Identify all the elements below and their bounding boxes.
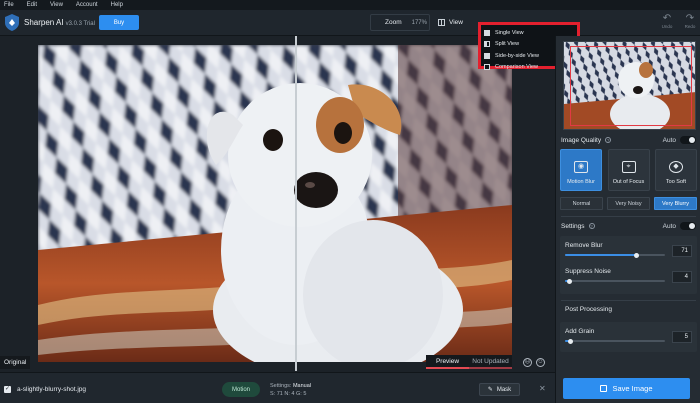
undo-icon: ↶ xyxy=(662,13,672,24)
image-quality-auto-toggle[interactable] xyxy=(680,136,696,144)
divider xyxy=(561,216,696,217)
model-selector: ◉ Motion Blur ⌖ Out of Focus ◆ Too Soft xyxy=(560,149,697,191)
view-label: View xyxy=(449,19,463,26)
navigator-thumbnail[interactable] xyxy=(563,41,696,130)
redo-label: Redo xyxy=(684,24,696,29)
app-version: v3.0.3 Trial xyxy=(65,21,95,27)
save-image-button[interactable]: Save Image xyxy=(563,378,690,399)
post-processing-sliders: Add Grain 5 xyxy=(560,322,697,352)
blur-option-very-noisy[interactable]: Very Noisy xyxy=(607,197,650,210)
settings-summary-value: Manual xyxy=(292,383,311,389)
settings-summary-label: Settings: xyxy=(270,383,292,389)
add-grain-slider-handle[interactable] xyxy=(567,338,573,344)
menu-edit[interactable]: Edit xyxy=(27,2,37,8)
zoom-label: Zoom xyxy=(385,19,402,26)
original-label: Original xyxy=(0,356,30,369)
dog-photo xyxy=(38,45,512,362)
image-canvas[interactable] xyxy=(0,36,554,371)
suppress-noise-label: Suppress Noise xyxy=(565,268,611,275)
mask-button[interactable]: ✎ Mask xyxy=(479,383,520,396)
blur-option-very-blurry[interactable]: Very Blurry xyxy=(654,197,697,210)
help-icon[interactable]: ? xyxy=(588,223,595,229)
save-image-label: Save Image xyxy=(612,384,653,393)
settings-title: Settings xyxy=(561,222,585,230)
image-quality-auto-label: Auto xyxy=(662,136,676,144)
undo-label: Undo xyxy=(661,24,673,29)
settings-auto-toggle[interactable] xyxy=(680,222,696,230)
file-bar: ✓ a-slightly-blurry-shot.jpg Motion Sett… xyxy=(0,372,555,403)
single-view-icon xyxy=(484,29,490,36)
side-by-side-view-label: Side-by-side View xyxy=(495,52,539,59)
app-title: Sharpen AI v3.0.3 Trial xyxy=(24,18,95,27)
settings-summary: Settings: Manual S: 71 N: 4 G: 5 xyxy=(270,382,311,398)
model-label-motion-blur: Motion Blur xyxy=(567,179,595,185)
close-icon[interactable]: ✕ xyxy=(539,384,546,393)
blur-level-selector: Normal Very Noisy Very Blurry xyxy=(560,197,697,210)
comparison-view-icon xyxy=(484,64,490,71)
image-quality-header: Image Quality ? Auto xyxy=(561,136,696,144)
buy-button[interactable]: Buy xyxy=(99,15,139,30)
camera-motion-icon: ◉ xyxy=(574,161,588,173)
tab-not-updated[interactable]: Not Updated xyxy=(469,355,512,369)
zoom-value: 177% xyxy=(411,19,427,26)
focus-frame-icon: ⌖ xyxy=(621,161,636,173)
file-checkbox[interactable]: ✓ xyxy=(4,386,11,393)
model-card-too-soft[interactable]: ◆ Too Soft xyxy=(655,149,697,191)
right-panel: Image Quality ? Auto ◉ Motion Blur ⌖ Out… xyxy=(555,36,700,403)
tab-preview[interactable]: Preview xyxy=(426,355,469,369)
model-label-too-soft: Too Soft xyxy=(665,179,687,185)
remove-blur-label: Remove Blur xyxy=(565,242,603,249)
view-button[interactable]: View xyxy=(438,14,478,31)
settings-auto-label: Auto xyxy=(662,222,676,230)
toolbar: Sharpen AI v3.0.3 Trial Buy Zoom 177% Vie… xyxy=(0,10,700,36)
add-grain-slider[interactable] xyxy=(565,340,665,342)
sharpen-ai-logo-icon xyxy=(5,14,19,31)
drop-icon: ◆ xyxy=(669,161,683,173)
mask-label: Mask xyxy=(496,386,512,393)
menu-file[interactable]: File xyxy=(4,2,14,8)
redo-button[interactable]: ↷ Redo xyxy=(680,13,700,33)
split-view-divider[interactable] xyxy=(295,36,297,371)
save-icon xyxy=(600,385,608,392)
remove-blur-slider-handle[interactable] xyxy=(633,252,639,258)
single-view-label: Single View xyxy=(495,29,524,36)
comparison-view-label: Comparison View xyxy=(495,64,539,71)
suppress-noise-slider[interactable] xyxy=(565,280,665,282)
menu-bar: File Edit View Account Help xyxy=(0,0,700,10)
suppress-noise-value[interactable]: 4 xyxy=(672,271,692,283)
post-processing-title: Post Processing xyxy=(565,306,612,313)
image-quality-title: Image Quality xyxy=(561,136,602,144)
settings-summary-detail: S: 71 N: 4 G: 5 xyxy=(270,391,307,397)
split-view-icon xyxy=(484,41,490,48)
settings-header: Settings ? Auto xyxy=(561,222,696,230)
menu-help[interactable]: Help xyxy=(111,2,123,8)
settings-sliders: Remove Blur 71 Suppress Noise 4 xyxy=(560,236,697,294)
model-card-out-of-focus[interactable]: ⌖ Out of Focus xyxy=(607,149,650,191)
blur-option-normal[interactable]: Normal xyxy=(560,197,603,210)
side-by-side-view-icon xyxy=(484,52,490,59)
suppress-noise-slider-handle[interactable] xyxy=(566,278,572,284)
remove-blur-value[interactable]: 71 xyxy=(672,245,692,257)
divider xyxy=(561,300,696,301)
brush-icon: ✎ xyxy=(487,387,493,393)
model-label-out-of-focus: Out of Focus xyxy=(612,179,645,185)
navigator-viewport-frame[interactable] xyxy=(570,46,692,126)
model-card-motion-blur[interactable]: ◉ Motion Blur xyxy=(560,149,602,191)
add-grain-label: Add Grain xyxy=(565,328,595,335)
menu-view[interactable]: View xyxy=(50,2,63,8)
split-view-icon xyxy=(438,19,445,26)
add-grain-value[interactable]: 5 xyxy=(672,331,692,343)
redo-icon: ↷ xyxy=(685,13,695,24)
file-name: a-slightly-blurry-shot.jpg xyxy=(17,386,86,393)
undo-button[interactable]: ↶ Undo xyxy=(657,13,677,33)
mode-badge: Motion xyxy=(222,382,260,397)
preview-tabs: Preview Not Updated xyxy=(426,355,512,369)
menu-account[interactable]: Account xyxy=(76,2,98,8)
happy-face-icon[interactable]: ☺ xyxy=(536,358,545,367)
help-icon[interactable]: ? xyxy=(605,137,612,143)
remove-blur-slider[interactable] xyxy=(565,254,665,256)
zoom-control[interactable]: Zoom 177% xyxy=(370,14,430,31)
split-view-label: Split View xyxy=(495,41,520,48)
sad-face-icon[interactable]: ☹ xyxy=(523,358,532,367)
